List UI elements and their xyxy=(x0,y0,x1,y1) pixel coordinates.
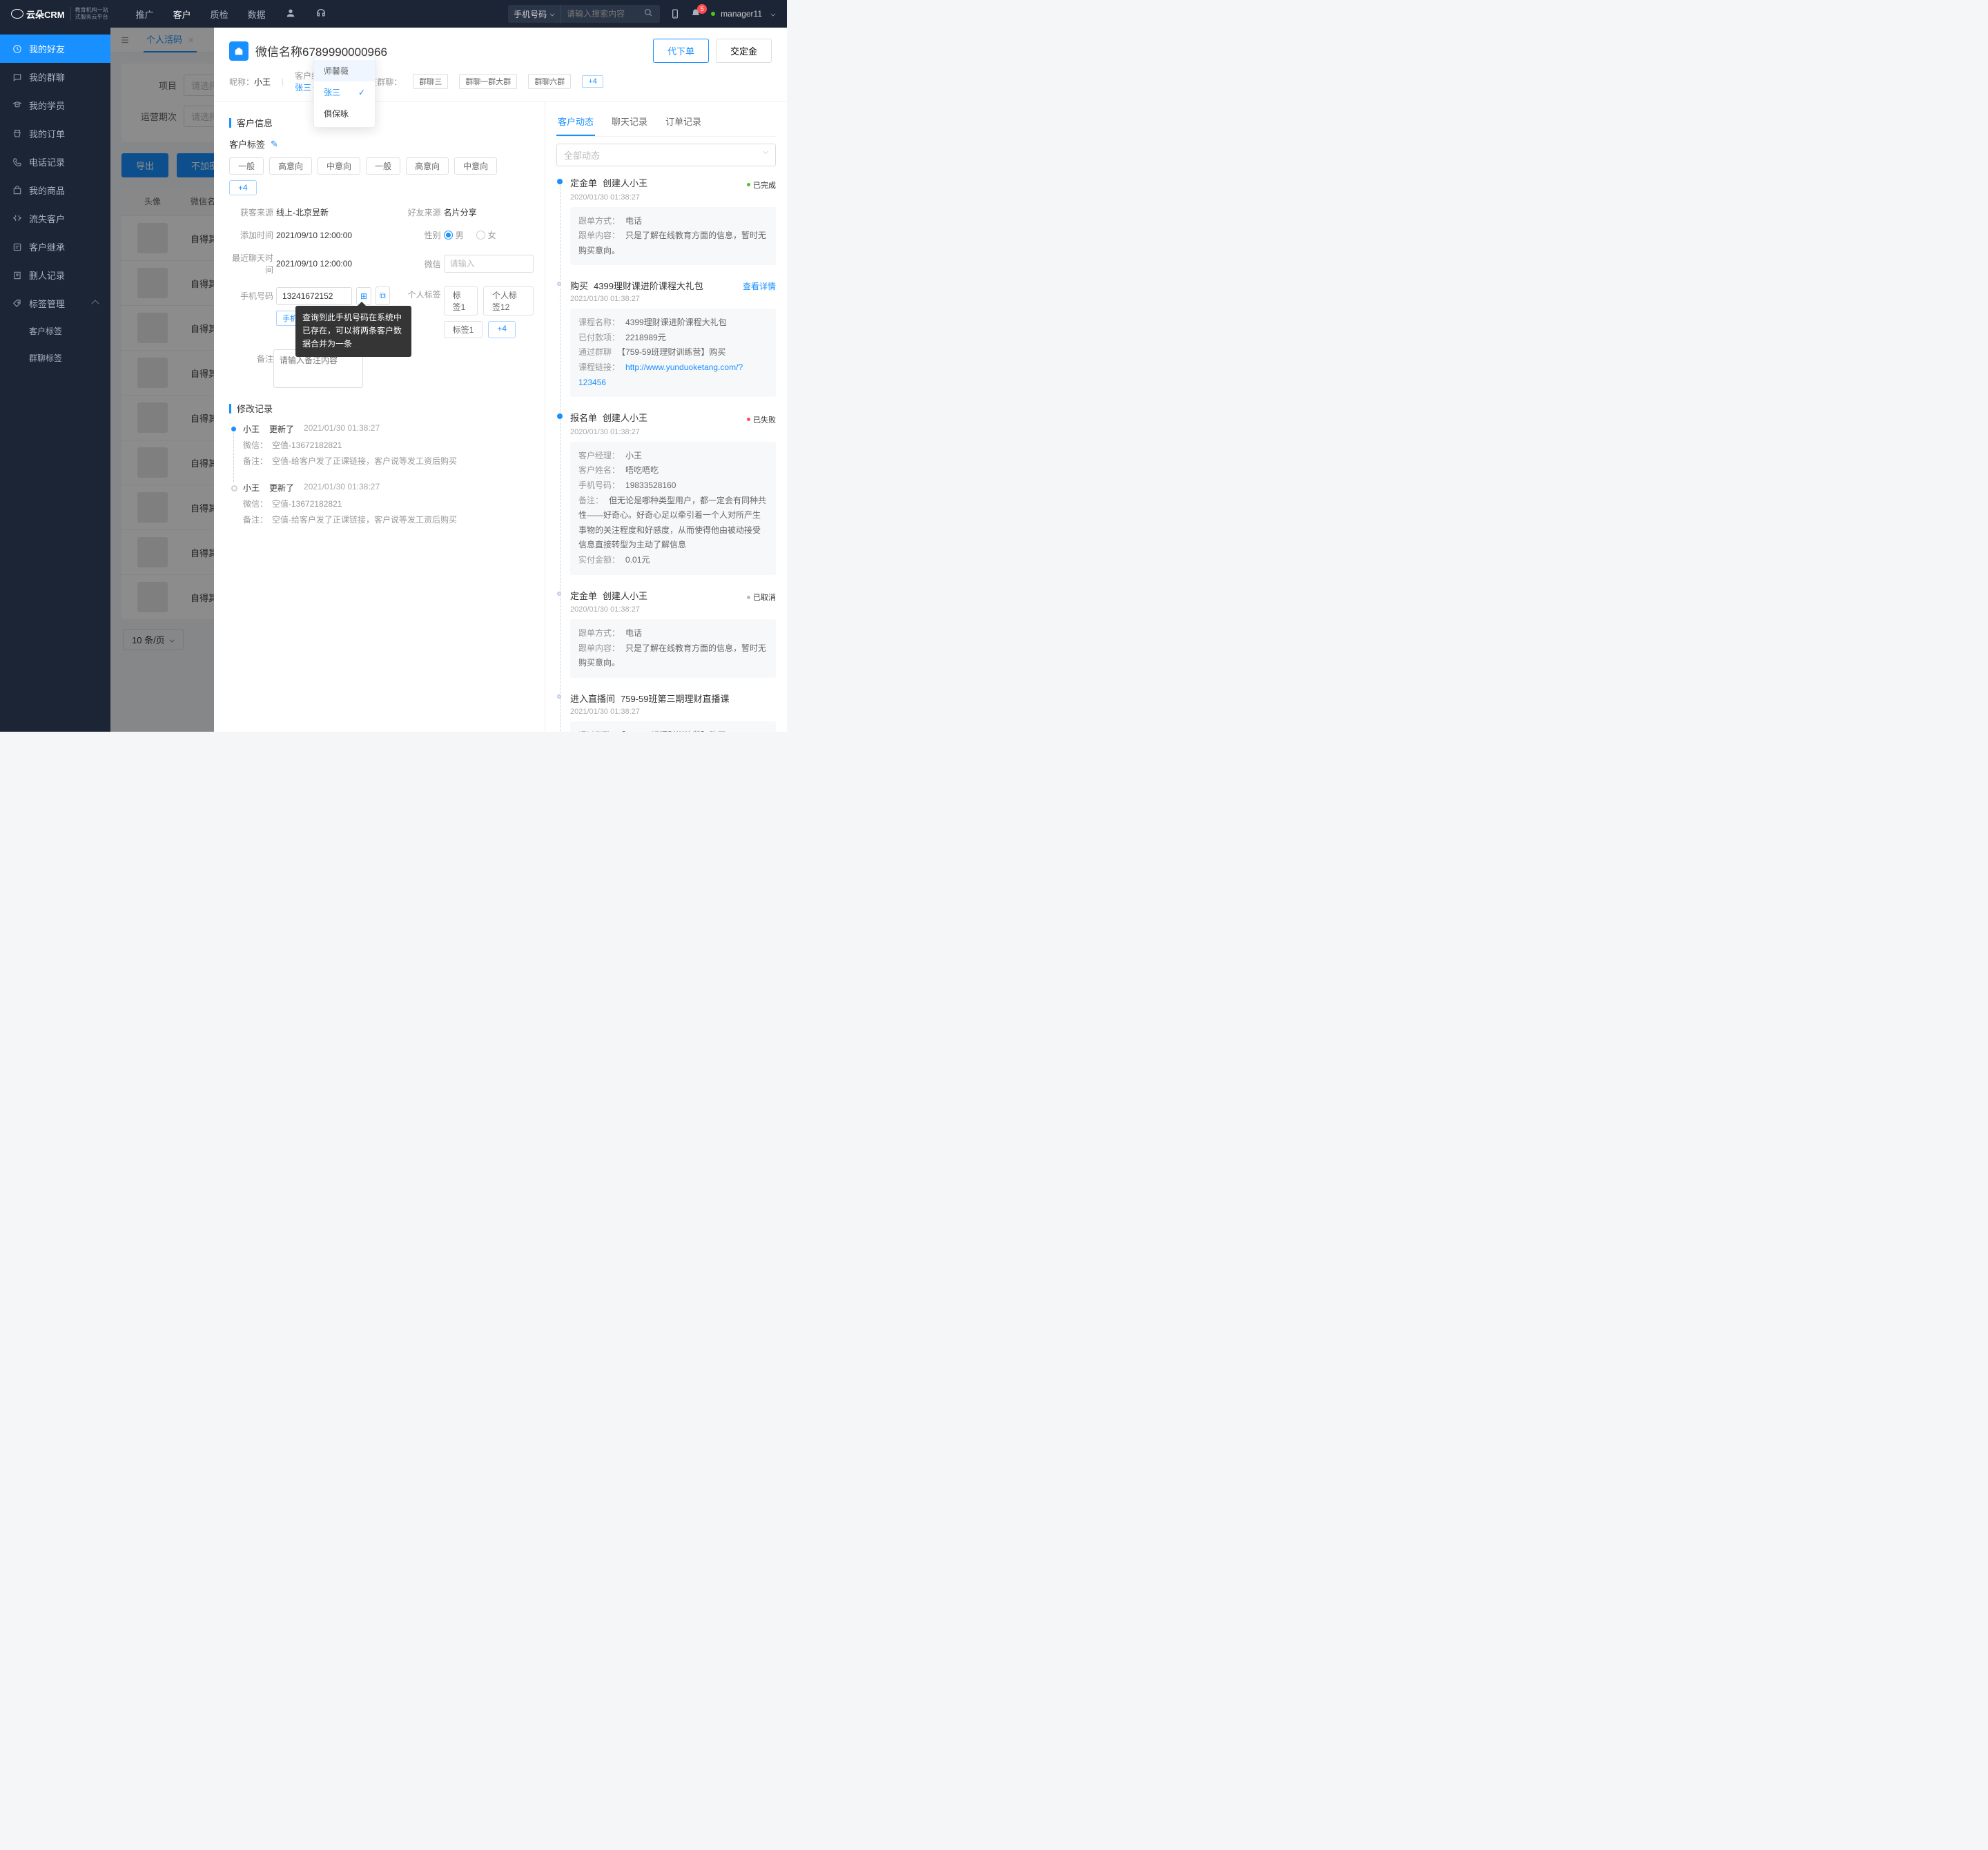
activity-event: 定金单创建人小王已完成2020/01/30 01:38:27跟单方式：电话跟单内… xyxy=(570,176,776,265)
user-menu[interactable]: manager11 xyxy=(711,9,776,19)
section-info: 客户信息 xyxy=(237,116,273,129)
change-log-entry: 小王更新了2021/01/30 01:38:27微信：空值-1367218282… xyxy=(229,482,529,525)
manager-option[interactable]: 俱保咏 xyxy=(314,103,375,124)
status-dot-icon xyxy=(711,12,715,16)
phone-icon[interactable] xyxy=(670,8,681,19)
cloud-icon xyxy=(11,9,23,19)
tab-activity[interactable]: 客户动态 xyxy=(556,110,595,136)
nav-promotion[interactable]: 推广 xyxy=(136,8,154,21)
personal-tag[interactable]: 标签1 xyxy=(444,286,478,315)
change-log-entry: 小王更新了2021/01/30 01:38:27微信：空值-1367218282… xyxy=(229,423,529,467)
personal-tag[interactable]: 个人标签12 xyxy=(483,286,534,315)
search-button[interactable] xyxy=(637,5,660,23)
top-nav: 推广 客户 质检 数据 xyxy=(136,8,327,21)
search-box: 手机号码 xyxy=(508,5,660,23)
main-area: 个人活码✕ 我 项目请选择 运营期次请选择 导出 不加密导出 头像微信名 自得其… xyxy=(110,28,787,732)
gender-male[interactable]: 男 xyxy=(444,229,464,241)
phone-tooltip: 查询到此手机号码在系统中已存在，可以将两条客户数据合并为一条 xyxy=(295,306,411,357)
search-input[interactable] xyxy=(561,5,637,23)
top-right: 手机号码 5 manager11 xyxy=(508,5,776,23)
chevron-up-icon xyxy=(91,300,99,307)
sidebar-lost[interactable]: 流失客户 xyxy=(0,204,110,233)
sidebar-groups[interactable]: 我的群聊 xyxy=(0,63,110,91)
activity-event: 报名单创建人小王已失败2020/01/30 01:38:27客户经理：小王客户姓… xyxy=(570,411,776,574)
logo: 云朵CRM 教育机构一站式服务云平台 xyxy=(11,7,108,20)
phone-copy-icon[interactable]: ⧉ xyxy=(376,286,390,305)
customer-tag[interactable]: 中意向 xyxy=(318,157,360,175)
tags-label: 客户标签 xyxy=(229,137,265,150)
nickname: 小王 xyxy=(254,77,271,87)
deposit-button[interactable]: 交定金 xyxy=(716,39,772,63)
phone-input[interactable] xyxy=(276,287,352,305)
user-icon[interactable] xyxy=(285,8,296,19)
tab-chat[interactable]: 聊天记录 xyxy=(610,110,649,136)
sidebar-friends[interactable]: 我的好友 xyxy=(0,35,110,63)
nav-data[interactable]: 数据 xyxy=(248,8,266,21)
manager-dropdown: 师馨薇 张三✓ 俱保咏 xyxy=(313,57,376,128)
manager-option[interactable]: 师馨薇 xyxy=(314,60,375,81)
wechat-input[interactable] xyxy=(444,255,534,273)
sidebar-goods[interactable]: 我的商品 xyxy=(0,176,110,204)
activity-event: 进入直播间759-59班第三期理财直播课2021/01/30 01:38:27通… xyxy=(570,692,776,732)
customer-tag[interactable]: 一般 xyxy=(366,157,400,175)
personal-tag-more[interactable]: +4 xyxy=(488,321,516,338)
friend-source: 名片分享 xyxy=(444,206,477,218)
sidebar-calls[interactable]: 电话记录 xyxy=(0,148,110,176)
activity-filter[interactable]: 全部动态 xyxy=(556,144,776,166)
view-detail-link[interactable]: 查看详情 xyxy=(743,280,776,292)
last-chat: 2021/09/10 12:00:00 xyxy=(276,259,352,269)
customer-tag[interactable]: 中意向 xyxy=(454,157,497,175)
sidebar-deleted[interactable]: 删人记录 xyxy=(0,261,110,289)
activity-event: 购买4399理财课进阶课程大礼包查看详情2021/01/30 01:38:27课… xyxy=(570,279,776,397)
add-time: 2021/09/10 12:00:00 xyxy=(276,231,352,240)
nav-qc[interactable]: 质检 xyxy=(211,8,228,21)
group-chip[interactable]: 群聊一群大群 xyxy=(459,74,517,89)
group-more[interactable]: +4 xyxy=(582,75,603,88)
sidebar-students[interactable]: 我的学员 xyxy=(0,91,110,119)
sidebar-inherit[interactable]: 客户继承 xyxy=(0,233,110,261)
group-chip[interactable]: 群聊三 xyxy=(413,74,448,89)
sidebar-customer-tags[interactable]: 客户标签 xyxy=(0,318,110,344)
proxy-order-button[interactable]: 代下单 xyxy=(653,39,709,63)
sidebar-group-tags[interactable]: 群聊标签 xyxy=(0,344,110,371)
customer-drawer: 微信名称6789990000966 代下单 交定金 昵称：小王 | 客户经理：张… xyxy=(214,28,787,732)
sidebar-tags[interactable]: 标签管理 xyxy=(0,289,110,318)
customer-tag[interactable]: 一般 xyxy=(229,157,264,175)
nav-customer[interactable]: 客户 xyxy=(173,8,191,21)
tag-more[interactable]: +4 xyxy=(229,180,257,195)
activity-event: 定金单创建人小王已取消2020/01/30 01:38:27跟单方式：电话跟单内… xyxy=(570,589,776,678)
logo-subtitle: 教育机构一站式服务云平台 xyxy=(70,7,108,20)
bell-icon[interactable]: 5 xyxy=(690,8,701,19)
personal-tag[interactable]: 标签1 xyxy=(444,321,483,338)
customer-tag[interactable]: 高意向 xyxy=(406,157,449,175)
sidebar-orders[interactable]: 我的订单 xyxy=(0,119,110,148)
headset-icon[interactable] xyxy=(315,8,327,19)
notification-badge: 5 xyxy=(697,4,707,14)
source-value: 线上-北京昱新 xyxy=(276,206,329,218)
logo-text: 云朵CRM xyxy=(26,8,65,21)
customer-icon xyxy=(229,41,248,61)
search-mode-select[interactable]: 手机号码 xyxy=(508,5,561,23)
top-bar: 云朵CRM 教育机构一站式服务云平台 推广 客户 质检 数据 手机号码 5 ma… xyxy=(0,0,787,28)
manager-option[interactable]: 张三✓ xyxy=(314,81,375,103)
edit-tags-icon[interactable]: ✎ xyxy=(271,139,278,150)
customer-tag[interactable]: 高意向 xyxy=(269,157,312,175)
gender-female[interactable]: 女 xyxy=(476,229,496,241)
check-icon: ✓ xyxy=(358,88,365,97)
sidebar: 我的好友 我的群聊 我的学员 我的订单 电话记录 我的商品 流失客户 客户继承 … xyxy=(0,28,110,732)
tab-orders[interactable]: 订单记录 xyxy=(664,110,703,136)
group-chip[interactable]: 群聊六群 xyxy=(528,74,571,89)
section-log: 修改记录 xyxy=(237,402,273,415)
